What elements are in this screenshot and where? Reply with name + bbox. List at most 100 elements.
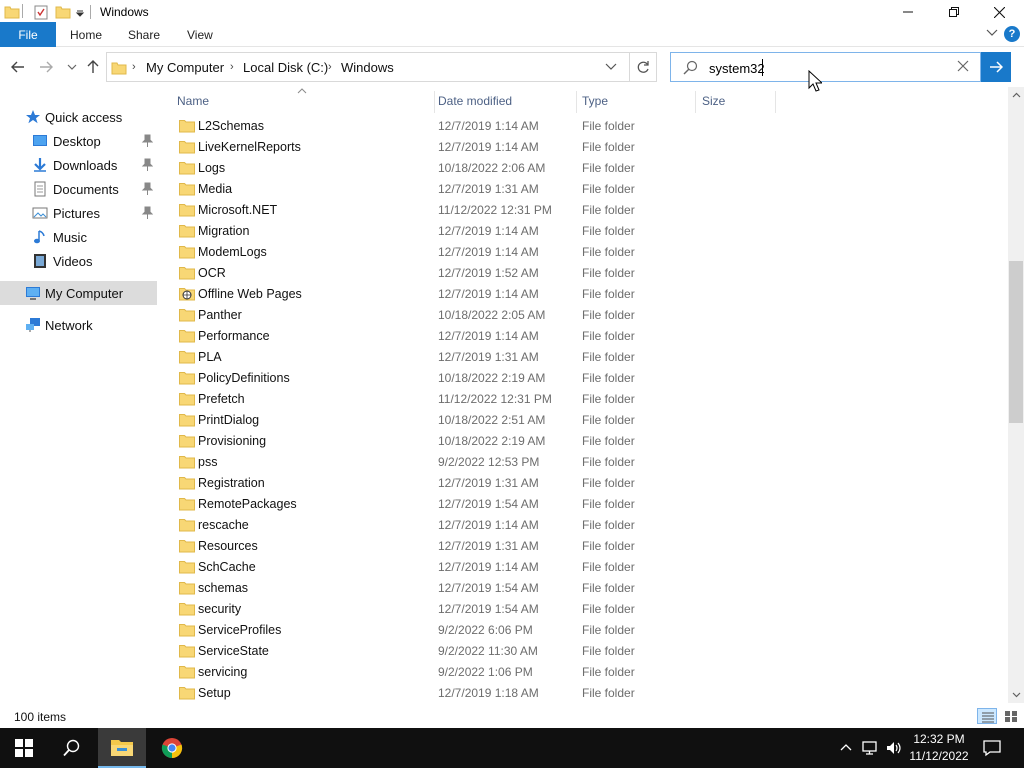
sidebar-item-desktop[interactable]: Desktop <box>0 129 157 153</box>
qat-dropdown-icon[interactable] <box>75 4 85 20</box>
table-row[interactable]: ModemLogs 12/7/2019 1:14 AM File folder <box>160 242 1008 263</box>
tab-view[interactable]: View <box>187 22 213 47</box>
column-type[interactable]: Type <box>576 87 694 115</box>
search-go-button[interactable] <box>981 52 1011 82</box>
table-row[interactable]: security 12/7/2019 1:54 AM File folder <box>160 599 1008 620</box>
volume-icon[interactable] <box>885 740 903 756</box>
table-row[interactable]: ServiceProfiles 9/2/2022 6:06 PM File fold… <box>160 620 1008 641</box>
table-row[interactable]: PLA 12/7/2019 1:31 AM File folder <box>160 347 1008 368</box>
refresh-icon[interactable] <box>636 60 650 74</box>
column-name[interactable]: Name <box>171 87 434 115</box>
tab-share[interactable]: Share <box>128 22 160 47</box>
properties-icon[interactable] <box>33 4 49 20</box>
pictures-icon <box>32 207 48 219</box>
table-row[interactable]: OCR 12/7/2019 1:52 AM File folder <box>160 263 1008 284</box>
search-input[interactable] <box>709 59 949 77</box>
table-row[interactable]: Migration 12/7/2019 1:14 AM File folder <box>160 221 1008 242</box>
pin-icon[interactable] <box>141 182 153 196</box>
chevron-right-icon[interactable]: › <box>132 61 136 73</box>
table-row[interactable]: Provisioning 10/18/2022 2:19 AM File folde… <box>160 431 1008 452</box>
taskbar-clock[interactable]: 12:32 PM 11/12/2022 <box>902 731 976 765</box>
pin-icon[interactable] <box>141 206 153 220</box>
chevron-right-icon[interactable]: › <box>230 61 234 73</box>
qat-separator <box>22 4 23 18</box>
clear-search-icon[interactable] <box>957 60 969 72</box>
table-row[interactable]: Panther 10/18/2022 2:05 AM File folder <box>160 305 1008 326</box>
scroll-down-button[interactable] <box>1008 687 1024 703</box>
sidebar-item-label: Desktop <box>53 134 101 149</box>
table-row[interactable]: Logs 10/18/2022 2:06 AM File folder <box>160 158 1008 179</box>
column-size[interactable]: Size <box>696 87 774 115</box>
show-hidden-icons-icon[interactable] <box>839 740 853 754</box>
table-row[interactable]: Microsoft.NET 11/12/2022 12:31 PM File fol… <box>160 200 1008 221</box>
table-row[interactable]: Prefetch 11/12/2022 12:31 PM File folder <box>160 389 1008 410</box>
table-row[interactable]: Registration 12/7/2019 1:31 AM File folder <box>160 473 1008 494</box>
table-row[interactable]: pss 9/2/2022 12:53 PM File folder <box>160 452 1008 473</box>
table-row[interactable]: servicing 9/2/2022 1:06 PM File folder <box>160 662 1008 683</box>
breadcrumb-my-computer[interactable]: My Computer <box>146 60 224 75</box>
close-button[interactable] <box>976 0 1022 24</box>
help-button[interactable]: ? <box>1004 26 1020 42</box>
table-row[interactable]: Media 12/7/2019 1:31 AM File folder <box>160 179 1008 200</box>
details-view-icon[interactable] <box>977 708 997 724</box>
start-button[interactable] <box>0 728 48 768</box>
file-name: Migration <box>198 224 250 238</box>
pin-icon[interactable] <box>141 158 153 172</box>
tab-file[interactable]: File <box>0 22 56 47</box>
file-name: PrintDialog <box>198 413 260 427</box>
sidebar-item-quick-access[interactable]: Quick access <box>0 105 157 129</box>
expand-ribbon-icon[interactable] <box>986 28 998 38</box>
table-row[interactable]: Offline Web Pages 12/7/2019 1:14 AM File f… <box>160 284 1008 305</box>
table-row[interactable]: rescache 12/7/2019 1:14 AM File folder <box>160 515 1008 536</box>
file-type: File folder <box>582 182 635 196</box>
table-row[interactable]: schemas 12/7/2019 1:54 AM File folder <box>160 578 1008 599</box>
scroll-up-button[interactable] <box>1008 87 1024 103</box>
notifications-icon[interactable] <box>983 739 1001 757</box>
network-tray-icon[interactable] <box>862 740 880 756</box>
new-folder-icon[interactable] <box>55 4 71 20</box>
table-row[interactable]: PrintDialog 10/18/2022 2:51 AM File folder <box>160 410 1008 431</box>
chevron-right-icon[interactable]: › <box>328 61 332 73</box>
table-row[interactable]: SchCache 12/7/2019 1:14 AM File folder <box>160 557 1008 578</box>
file-name: security <box>198 602 242 616</box>
file-date-modified: 10/18/2022 2:05 AM <box>438 308 546 322</box>
table-row[interactable]: LiveKernelReports 12/7/2019 1:14 AM File f… <box>160 137 1008 158</box>
table-row[interactable]: ServiceState 9/2/2022 11:30 AM File folder <box>160 641 1008 662</box>
tab-home[interactable]: Home <box>70 22 102 47</box>
minimize-button[interactable] <box>885 0 931 24</box>
sidebar-item-my-computer[interactable]: My Computer <box>0 281 157 305</box>
sidebar-item-music[interactable]: Music <box>0 225 157 249</box>
table-row[interactable]: Resources 12/7/2019 1:31 AM File folder <box>160 536 1008 557</box>
taskbar-search-button[interactable] <box>48 728 96 768</box>
table-row[interactable]: Setup 12/7/2019 1:18 AM File folder <box>160 683 1008 703</box>
table-row[interactable]: RemotePackages 12/7/2019 1:54 AM File fold… <box>160 494 1008 515</box>
file-date-modified: 12/7/2019 1:54 AM <box>438 581 539 595</box>
restore-button[interactable] <box>931 0 977 24</box>
table-row[interactable]: PolicyDefinitions 10/18/2022 2:19 AM File … <box>160 368 1008 389</box>
chevron-down-icon[interactable] <box>605 62 617 72</box>
breadcrumb-windows[interactable]: Windows <box>341 60 394 75</box>
scrollbar-thumb[interactable] <box>1009 261 1023 423</box>
text-caret <box>762 59 763 76</box>
table-row[interactable]: L2Schemas 12/7/2019 1:14 AM File folder <box>160 116 1008 137</box>
taskbar-chrome[interactable] <box>148 728 196 768</box>
pin-icon[interactable] <box>141 134 153 148</box>
breadcrumb-local-disk[interactable]: Local Disk (C:) <box>243 60 328 75</box>
sidebar-item-documents[interactable]: Documents <box>0 177 157 201</box>
vertical-scrollbar[interactable] <box>1008 87 1024 703</box>
table-row[interactable]: Performance 12/7/2019 1:14 AM File folder <box>160 326 1008 347</box>
search-box[interactable] <box>670 52 981 82</box>
column-date-modified[interactable]: Date modified <box>432 87 574 115</box>
address-bar[interactable]: › My Computer › Local Disk (C:) › Window… <box>106 52 657 82</box>
recent-locations-button[interactable] <box>62 57 82 77</box>
back-button[interactable] <box>8 57 28 77</box>
sidebar-item-pictures[interactable]: Pictures <box>0 201 157 225</box>
taskbar-file-explorer[interactable] <box>98 728 146 768</box>
sidebar-item-downloads[interactable]: Downloads <box>0 153 157 177</box>
column-divider[interactable] <box>775 91 776 113</box>
large-icons-view-icon[interactable] <box>1001 708 1021 724</box>
sidebar-item-videos[interactable]: Videos <box>0 249 157 273</box>
up-button[interactable] <box>83 57 103 77</box>
sidebar-item-network[interactable]: Network <box>0 313 157 337</box>
forward-button[interactable] <box>36 57 56 77</box>
